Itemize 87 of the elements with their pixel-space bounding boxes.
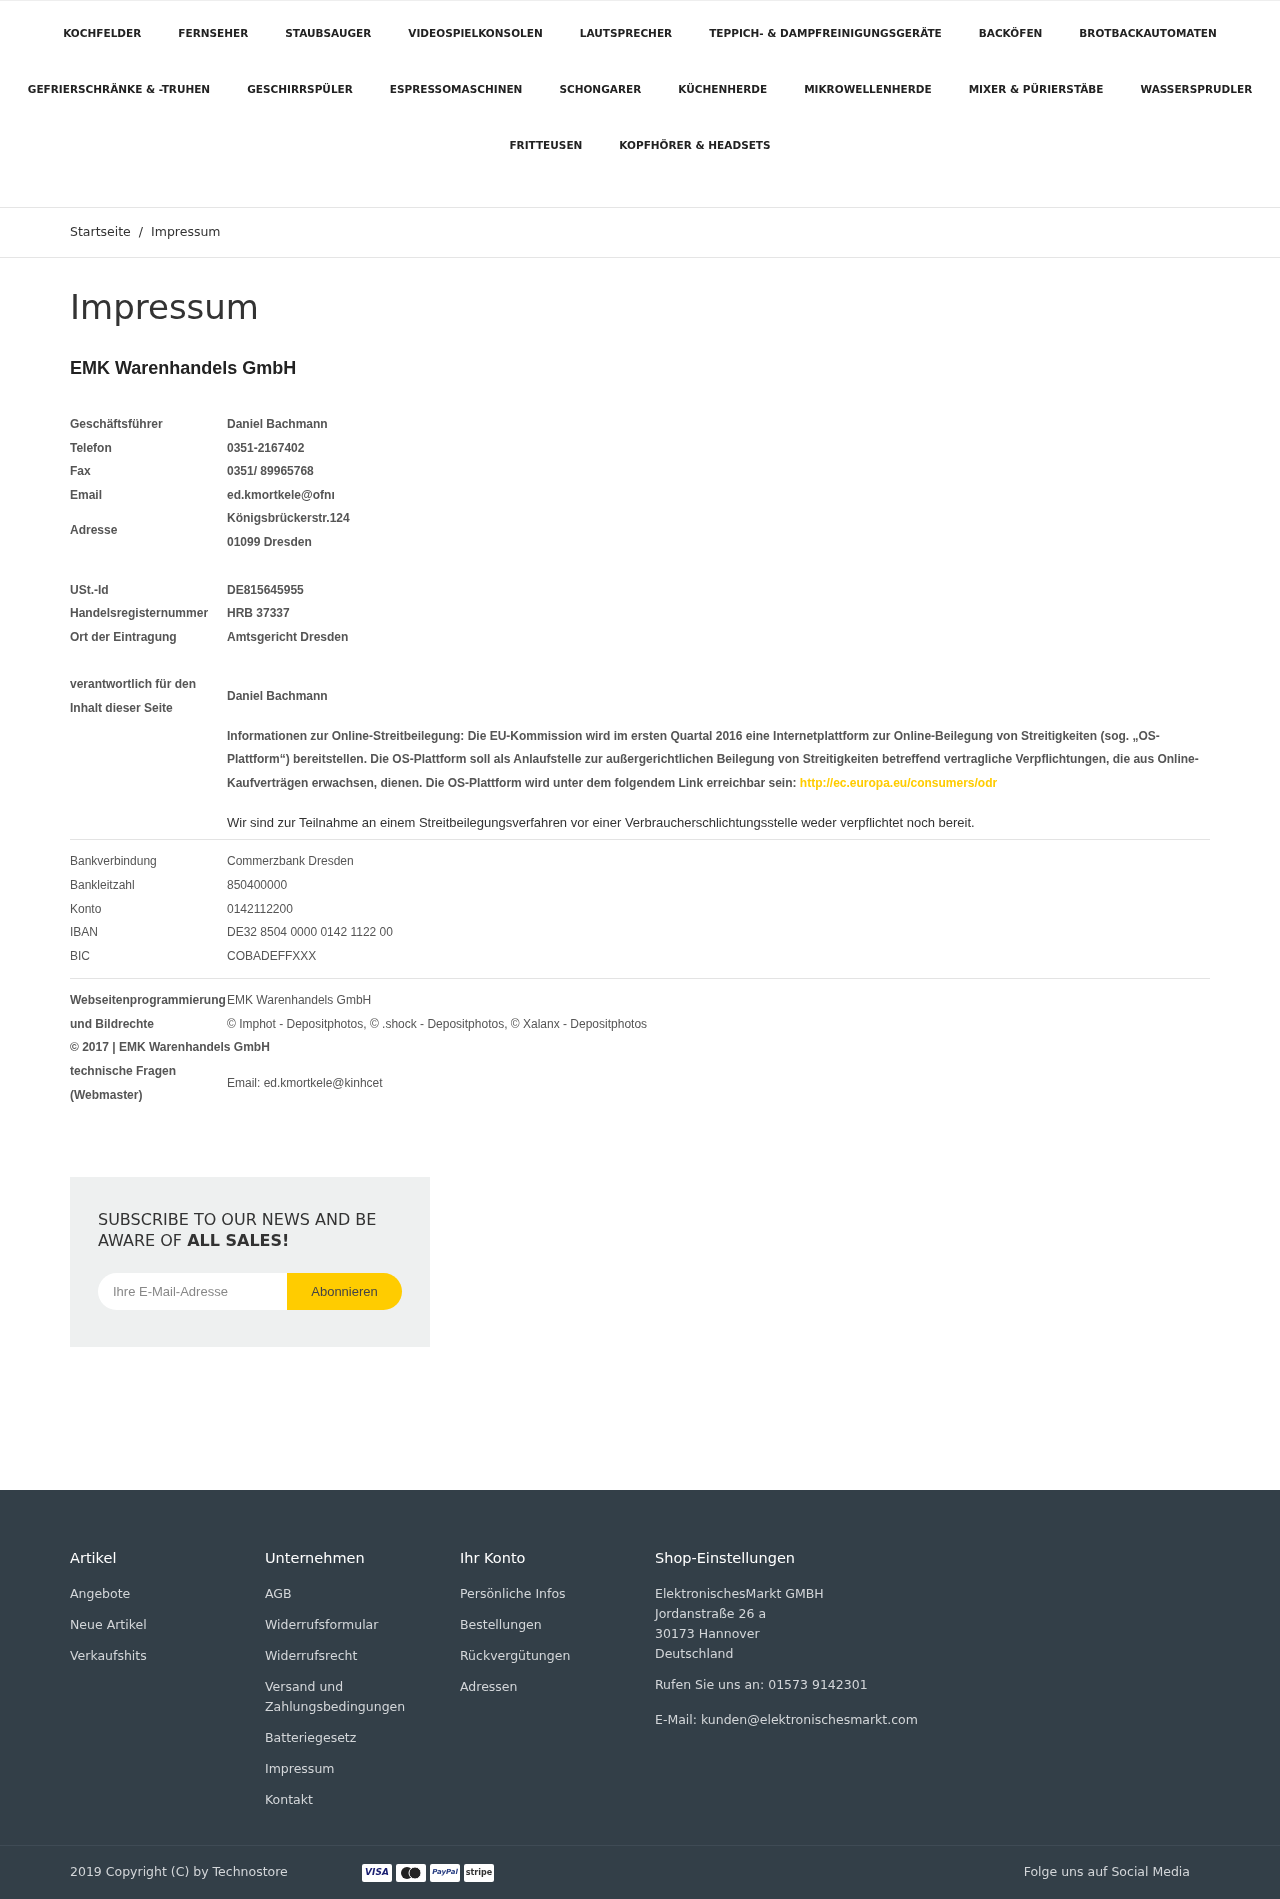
nav-link[interactable]: LAUTSPRECHER [579, 26, 673, 42]
field-label: Adresse [70, 522, 119, 540]
field-label: Bankverbindung [70, 853, 158, 871]
footer-link[interactable]: Bestellungen [460, 1614, 610, 1635]
nav-link[interactable]: FERNSEHER [178, 26, 249, 42]
footer-link[interactable]: Versand und Zahlungsbedingungen [265, 1676, 415, 1717]
stripe-logo: stripe [464, 1863, 494, 1882]
footer-link[interactable]: Persönliche Infos [460, 1583, 610, 1604]
field-label: Telefon [70, 439, 113, 457]
nav-link[interactable]: GEFRIERSCHRÄNKE & -TRUHEN [27, 82, 211, 98]
visa-logo: VISA [362, 1863, 392, 1882]
breadcrumb-separator: / [138, 223, 144, 242]
field-value: DE32 8504 0000 0142 1122 00 [227, 924, 393, 942]
shop-phone: Rufen Sie uns an: 01573 9142301 [655, 1675, 869, 1694]
field-value: EMK Warenhandels GmbH © Imphot - Depositphotos, © .shock - Depositphotos, © Xalanx - Depositphotos [227, 992, 648, 1033]
footer-link[interactable]: Verkaufshits [70, 1645, 220, 1666]
footer-link[interactable]: Impressum [265, 1758, 415, 1779]
footer-link[interactable]: Angebote [70, 1583, 220, 1604]
nav-link[interactable]: KOCHFELDER [63, 26, 142, 42]
footer-heading: Ihr Konto [460, 1549, 527, 1568]
nav-link[interactable]: VIDEOSPIELKONSOLEN [408, 26, 543, 42]
social-media-text: Folge uns auf Social Media [1023, 1863, 1190, 1882]
footer-link[interactable]: Kontakt [265, 1789, 415, 1810]
nav-link[interactable]: GESCHIRRSPÜLER [247, 82, 353, 98]
nav-link[interactable]: TEPPICH- & DAMPFREINIGUNGSGERÄTE [709, 26, 942, 42]
nav-link[interactable]: BROTBACKAUTOMATEN [1079, 26, 1217, 42]
footer-link[interactable]: Widerrufsformular [265, 1614, 415, 1635]
field-value: Königsbrückerstr.124 01099 Dresden [227, 510, 350, 551]
field-value: Email: ed.kmortkele@kinhcet [227, 1074, 383, 1092]
field-value: HRB 37337 [227, 605, 290, 623]
field-value: Amtsgericht Dresden [227, 628, 349, 646]
nav-link[interactable]: MIKROWELLENHERDE [804, 82, 932, 98]
nav-link[interactable]: KOPFHÖRER & HEADSETS [619, 138, 771, 154]
footer-link[interactable]: AGB [265, 1583, 415, 1604]
breadcrumb-link[interactable]: Impressum [151, 223, 221, 242]
dispute-statement: Wir sind zur Teilnahme an einem Streitbeilegungsverfahren vor einer Verbraucherschlichtungsstelle weder verpflichtet noch bereit. [227, 814, 976, 833]
breadcrumb-link[interactable]: Startseite [70, 223, 131, 242]
card-circles-icon [396, 1863, 426, 1882]
field-value: 0351/ 89965768 [227, 463, 314, 481]
field-value: 850400000 [227, 876, 288, 894]
company-heading: EMK Warenhandels GmbH [70, 357, 298, 379]
field-value: Commerzbank Dresden [227, 853, 354, 871]
field-label: Email [70, 486, 103, 504]
field-label: Geschäftsführer [70, 416, 164, 433]
subscribe-button[interactable]: Abonnieren [287, 1273, 402, 1311]
footer-link[interactable]: Neue Artikel [70, 1614, 220, 1635]
field-label: verantwortlich für den Inhalt dieser Seite [70, 676, 198, 717]
nav-link[interactable]: KÜCHENHERDE [678, 82, 768, 98]
field-label: Fax [70, 463, 92, 481]
footer-link[interactable]: Adressen [460, 1676, 610, 1697]
nav-link[interactable]: MIXER & PÜRIERSTÄBE [968, 82, 1104, 98]
shop-email: E-Mail: kunden@elektronischesmarkt.com [655, 1710, 918, 1729]
dispute-notice: Informationen zur Online-Streitbeilegung: Die EU-Kommission wird im ersten Quartal 2016 eine Internetplattform zur Online-Beilegung von Streitigkeiten (sog. „OS-Plattform“) bereitstellen. Die OS-Plattform soll als Anlaufstelle zur außergerichtlichen Beilegung von Streitigkeiten betreffend vertragliche Verpflichtungen, die aus Online-Kaufverträgen erwachsen, dienen. Die OS-Plattform wird unter dem folgendem Link erreichbar sein: http://ec.europa.eu/consumers/odr [227, 727, 1200, 792]
nav-link[interactable]: ESPRESSOMASCHINEN [389, 82, 523, 98]
field-label: © 2017 | EMK Warenhandels GmbH [70, 1039, 270, 1057]
field-label: Ort der Eintragung [70, 628, 178, 646]
field-label: technische Fragen (Webmaster) [70, 1063, 178, 1104]
field-value: Daniel Bachmann [227, 688, 328, 706]
field-label: IBAN [70, 924, 99, 942]
field-value: ed.kmortkele@ofnı [227, 486, 335, 504]
field-value: 0351-2167402 [227, 439, 305, 457]
footer-heading: Unternehmen [265, 1549, 366, 1568]
footer-heading: Artikel [70, 1549, 118, 1568]
field-value: DE815645955 [227, 581, 304, 599]
footer-link[interactable]: Batteriegesetz [265, 1727, 415, 1748]
field-label: USt.-Id [70, 581, 110, 599]
page-title: Impressum [70, 286, 260, 329]
nav-link[interactable]: FRITTEUSEN [509, 138, 583, 154]
field-label: Konto [70, 900, 103, 918]
newsletter-title: SUBSCRIBE TO OUR NEWS AND BE AWARE OF ALL SALES! [98, 1209, 378, 1252]
footer-link[interactable]: Rückvergütungen [460, 1645, 610, 1666]
nav-link[interactable]: SCHONGARER [559, 82, 642, 98]
nav-link[interactable]: WASSERSPRUDLER [1140, 82, 1253, 98]
nav-link[interactable]: STAUBSAUGER [285, 26, 372, 42]
field-value: COBADEFFXXX [227, 947, 317, 965]
field-value: Daniel Bachmann [227, 416, 328, 433]
field-value: 0142112200 [227, 900, 293, 918]
field-label: Handelsregisternummer [70, 605, 210, 623]
field-label: Webseitenprogrammierung und Bildrechte [70, 992, 227, 1033]
field-label: BIC [70, 947, 91, 965]
copyright-text: 2019 Copyright (C) by Technostore [70, 1863, 289, 1882]
footer-heading: Shop-Einstellungen [655, 1549, 796, 1568]
field-label: Bankleitzahl [70, 876, 136, 894]
nav-link[interactable]: BACKÖFEN [978, 26, 1043, 42]
shop-address: ElektronischesMarkt GMBH Jordanstraße 26 a 30173 Hannover Deutschland [655, 1584, 825, 1663]
footer-link[interactable]: Widerrufsrecht [265, 1645, 415, 1666]
email-input[interactable]: Ihre E-Mail-Adresse [98, 1273, 287, 1311]
